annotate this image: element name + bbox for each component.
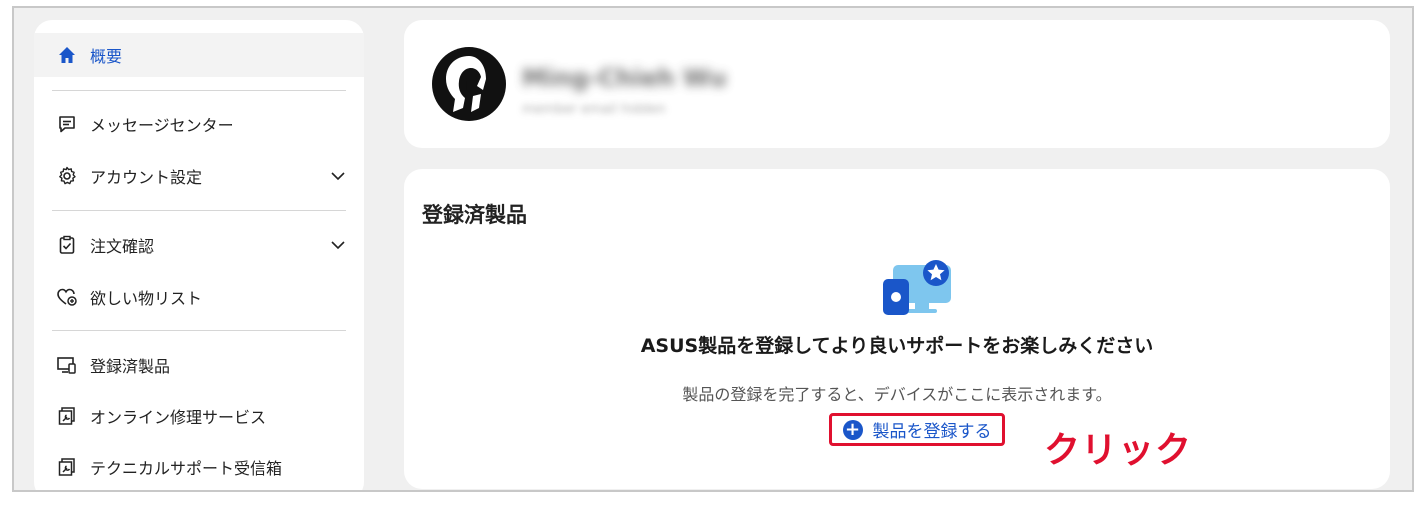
devices-star-icon [879, 259, 959, 319]
order-check-icon [56, 234, 78, 256]
register-subtext: 製品の登録を完了すると、デバイスがここに表示されます。 [682, 385, 1112, 404]
heart-icon [56, 286, 78, 308]
sidebar-item-message-center[interactable]: メッセージセンター [34, 102, 364, 146]
sidebar-item-overview[interactable]: 概要 [34, 33, 364, 77]
sidebar: 概要 メッセージセンター アカウント設定 注文確認 欲しい物リスト 登録済製品 … [34, 20, 364, 490]
divider [52, 90, 346, 91]
sidebar-item-tech-support-inbox[interactable]: テクニカルサポート受信箱 [34, 445, 364, 489]
sidebar-item-account-settings[interactable]: アカウント設定 [34, 154, 364, 198]
support-icon [56, 456, 78, 478]
sidebar-item-registered-products[interactable]: 登録済製品 [34, 343, 364, 387]
device-icon [56, 354, 78, 376]
sidebar-item-wishlist[interactable]: 欲しい物リスト [34, 275, 364, 319]
register-product-label: 製品を登録する [872, 422, 992, 442]
sidebar-item-label: メッセージセンター [90, 116, 234, 135]
plus-circle-icon: + [842, 419, 863, 440]
divider [52, 330, 346, 331]
chevron-down-icon[interactable] [328, 235, 348, 255]
register-product-button[interactable]: + 製品を登録する [829, 413, 1005, 446]
page-frame: 概要 メッセージセンター アカウント設定 注文確認 欲しい物リスト 登録済製品 … [12, 6, 1414, 492]
section-title: 登録済製品 [422, 203, 527, 227]
sidebar-item-label: 注文確認 [90, 237, 155, 256]
sidebar-item-label: テクニカルサポート受信箱 [90, 459, 283, 478]
sidebar-item-label: 概要 [90, 47, 123, 66]
register-headline: ASUS製品を登録してより良いサポートをお楽しみください [640, 335, 1154, 357]
home-icon [56, 44, 78, 66]
divider [52, 210, 346, 211]
profile-card: Ming-Chieh Wu member email hidden [404, 20, 1390, 148]
sidebar-item-order-check[interactable]: 注文確認 [34, 223, 364, 267]
sidebar-item-online-repair[interactable]: オンライン修理サービス [34, 394, 364, 438]
profile-name: Ming-Chieh Wu [522, 64, 727, 92]
sidebar-item-label: 欲しい物リスト [90, 289, 203, 308]
repair-icon [56, 405, 78, 427]
gear-icon [56, 165, 78, 187]
profile-email: member email hidden [522, 102, 666, 117]
sidebar-item-label: オンライン修理サービス [90, 408, 267, 427]
sidebar-item-label: アカウント設定 [90, 168, 203, 187]
click-annotation: クリック [1044, 430, 1193, 471]
message-icon [56, 113, 78, 135]
avatar[interactable] [431, 46, 507, 122]
sidebar-item-label: 登録済製品 [90, 357, 171, 376]
registered-products-card: 登録済製品 ASUS製品を登録してより良いサポートをお楽しみください 製品の登録… [404, 169, 1390, 489]
chevron-down-icon[interactable] [328, 166, 348, 186]
